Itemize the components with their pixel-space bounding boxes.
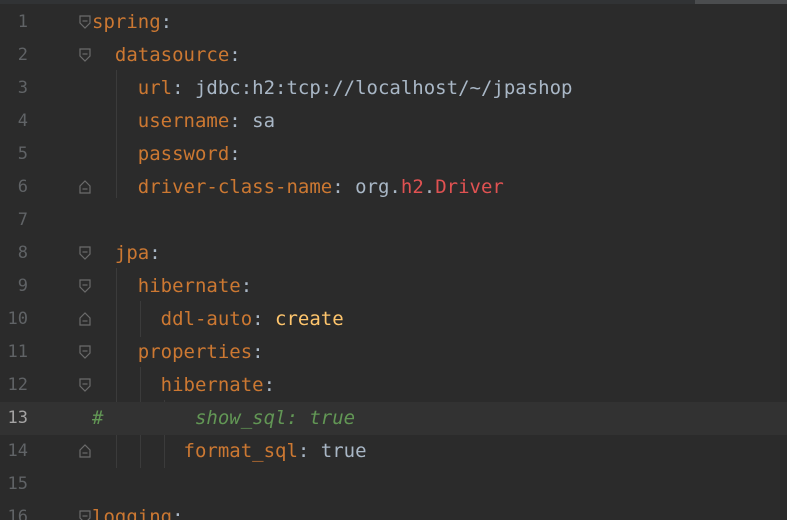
code-editor[interactable]: 1 spring: 2 datasource: 3 url: jdbc:h2:t… xyxy=(0,0,787,520)
code-line[interactable]: 4 username: sa xyxy=(0,105,787,138)
code-text: logging: xyxy=(92,506,184,520)
fold-open-icon[interactable] xyxy=(78,15,92,29)
code-text: hibernate: xyxy=(92,374,276,396)
line-number: 3 xyxy=(17,78,28,98)
code-text: password: xyxy=(92,143,241,165)
fold-open-icon[interactable] xyxy=(78,378,92,392)
fold-open-icon[interactable] xyxy=(78,246,92,260)
fold-open-icon[interactable] xyxy=(78,510,92,520)
code-text: driver-class-name: org.h2.Driver xyxy=(92,176,504,198)
fold-open-icon[interactable] xyxy=(78,48,92,62)
code-line[interactable]: 7 xyxy=(0,204,787,237)
horizontal-scrollbar-thumb[interactable] xyxy=(695,0,787,4)
code-line[interactable]: 5 password: xyxy=(0,138,787,171)
code-line-current[interactable]: 13 # show_sql: true xyxy=(0,402,787,435)
code-text: properties: xyxy=(92,341,264,363)
line-number: 16 xyxy=(7,507,28,520)
fold-open-icon[interactable] xyxy=(78,279,92,293)
line-number: 6 xyxy=(17,177,28,197)
code-line[interactable]: 15 xyxy=(0,468,787,501)
code-line[interactable]: 1 spring: xyxy=(0,6,787,39)
line-number: 5 xyxy=(17,144,28,164)
code-text: hibernate: xyxy=(92,275,253,297)
line-number: 8 xyxy=(17,243,28,263)
fold-close-icon[interactable] xyxy=(78,180,92,194)
line-number: 1 xyxy=(17,12,28,32)
fold-open-icon[interactable] xyxy=(78,345,92,359)
code-line[interactable]: 9 hibernate: xyxy=(0,270,787,303)
line-number: 4 xyxy=(17,111,28,131)
line-number: 12 xyxy=(7,375,28,395)
code-line[interactable]: 2 datasource: xyxy=(0,39,787,72)
code-text: jpa: xyxy=(92,242,161,264)
line-number: 15 xyxy=(7,474,28,494)
code-text: ddl-auto: create xyxy=(92,308,344,330)
fold-close-icon[interactable] xyxy=(78,312,92,326)
line-number: 13 xyxy=(7,408,28,428)
code-line[interactable]: 11 properties: xyxy=(0,336,787,369)
code-text: spring: xyxy=(92,11,173,33)
editor-top-bar xyxy=(0,0,787,4)
code-text: format_sql: true xyxy=(92,440,367,462)
code-text: datasource: xyxy=(92,44,241,66)
code-line[interactable]: 3 url: jdbc:h2:tcp://localhost/~/jpashop xyxy=(0,72,787,105)
line-number: 10 xyxy=(7,309,28,329)
line-number: 11 xyxy=(7,342,28,362)
fold-close-icon[interactable] xyxy=(78,444,92,458)
code-text: # show_sql: true xyxy=(92,407,356,429)
code-line[interactable]: 16 logging: xyxy=(0,501,787,520)
code-line[interactable]: 10 ddl-auto: create xyxy=(0,303,787,336)
code-text: username: sa xyxy=(92,110,276,132)
line-number: 7 xyxy=(17,210,28,230)
code-line[interactable]: 8 jpa: xyxy=(0,237,787,270)
line-number: 14 xyxy=(7,441,28,461)
line-number: 2 xyxy=(17,45,28,65)
code-text: url: jdbc:h2:tcp://localhost/~/jpashop xyxy=(92,77,573,99)
code-line[interactable]: 14 format_sql: true xyxy=(0,435,787,468)
code-line[interactable]: 6 driver-class-name: org.h2.Driver xyxy=(0,171,787,204)
code-line[interactable]: 12 hibernate: xyxy=(0,369,787,402)
line-number: 9 xyxy=(17,276,28,296)
